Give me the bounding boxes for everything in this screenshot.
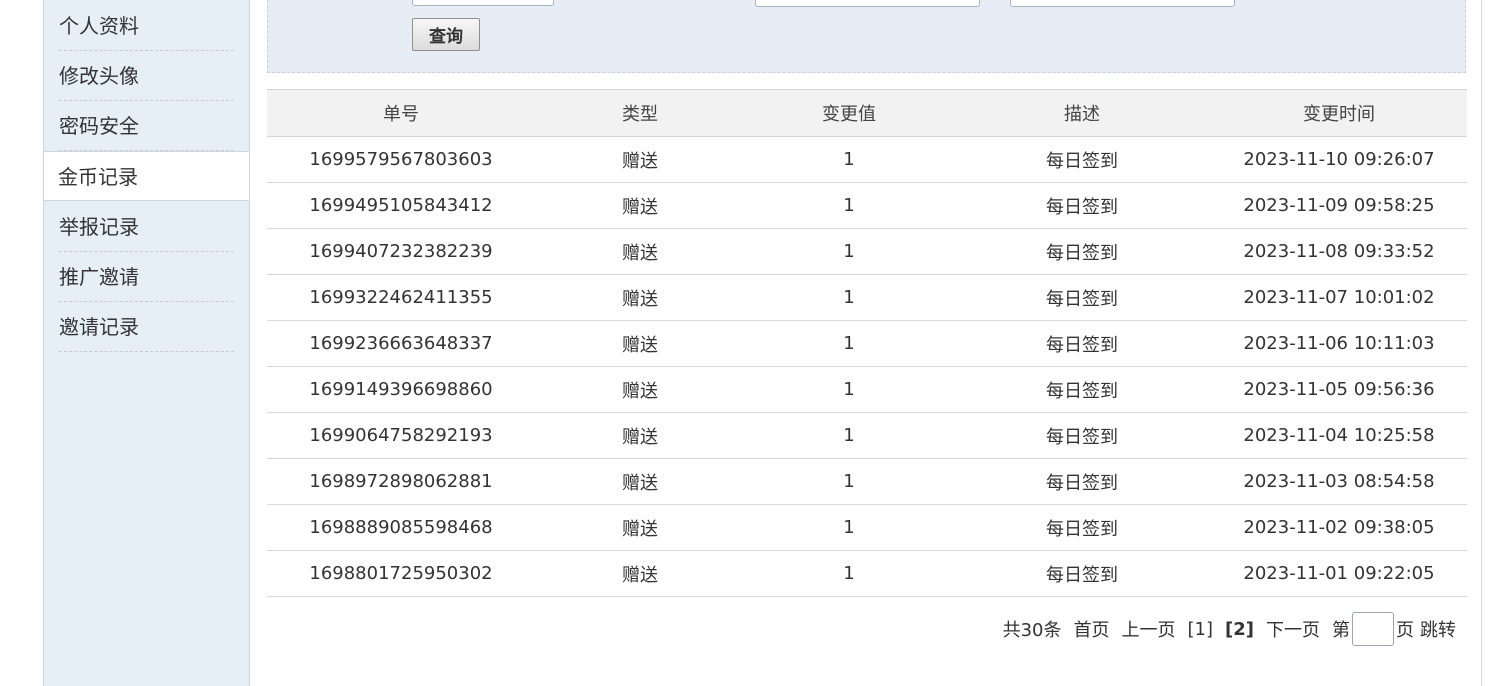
sidebar-item-password[interactable]: 密码安全 bbox=[59, 101, 234, 151]
cell-change-value: 1 bbox=[745, 182, 953, 229]
order-number-input[interactable] bbox=[412, 0, 554, 6]
cell-change-time: 2023-11-07 10:01:02 bbox=[1211, 274, 1467, 321]
table-row: 1699579567803603 赠送 1 每日签到 2023-11-10 09… bbox=[267, 136, 1467, 183]
search-panel: 查询 bbox=[267, 0, 1466, 73]
cell-change-value: 1 bbox=[745, 136, 953, 183]
pager-current-page: [2] bbox=[1225, 618, 1254, 640]
cell-type: 赠送 bbox=[535, 550, 745, 597]
cell-type: 赠送 bbox=[535, 228, 745, 275]
start-date-input[interactable] bbox=[755, 0, 980, 7]
cell-description: 每日签到 bbox=[953, 136, 1211, 183]
cell-order-number: 1698889085598468 bbox=[267, 504, 535, 551]
table-row: 1699322462411355 赠送 1 每日签到 2023-11-07 10… bbox=[267, 274, 1467, 321]
table-row: 1699407232382239 赠送 1 每日签到 2023-11-08 09… bbox=[267, 228, 1467, 275]
pager-page-1-link[interactable]: [1] bbox=[1188, 619, 1214, 640]
cell-description: 每日签到 bbox=[953, 458, 1211, 505]
cell-order-number: 1698801725950302 bbox=[267, 550, 535, 597]
cell-description: 每日签到 bbox=[953, 320, 1211, 367]
table-row: 1699064758292193 赠送 1 每日签到 2023-11-04 10… bbox=[267, 412, 1467, 459]
cell-order-number: 1699407232382239 bbox=[267, 228, 535, 275]
cell-description: 每日签到 bbox=[953, 504, 1211, 551]
cell-order-number: 1699579567803603 bbox=[267, 136, 535, 183]
cell-change-value: 1 bbox=[745, 550, 953, 597]
query-button[interactable]: 查询 bbox=[412, 18, 480, 51]
cell-change-time: 2023-11-04 10:25:58 bbox=[1211, 412, 1467, 459]
table-row: 1699495105843412 赠送 1 每日签到 2023-11-09 09… bbox=[267, 182, 1467, 229]
frame-right-border bbox=[1481, 0, 1482, 686]
pager-total: 共30条 bbox=[1002, 620, 1062, 641]
pager-jump-button[interactable]: 跳转 bbox=[1420, 616, 1456, 642]
cell-change-value: 1 bbox=[745, 274, 953, 321]
table-header-row: 单号 类型 变更值 描述 变更时间 bbox=[267, 89, 1467, 137]
cell-type: 赠送 bbox=[535, 320, 745, 367]
pager-prev-link[interactable]: 上一页 bbox=[1122, 616, 1176, 642]
pager-next-link[interactable]: 下一页 bbox=[1266, 616, 1320, 642]
header-change-value: 变更值 bbox=[745, 89, 953, 137]
cell-change-value: 1 bbox=[745, 412, 953, 459]
cell-description: 每日签到 bbox=[953, 412, 1211, 459]
sidebar-item-report-records[interactable]: 举报记录 bbox=[59, 202, 234, 252]
header-order-number: 单号 bbox=[267, 89, 535, 137]
cell-change-time: 2023-11-05 09:56:36 bbox=[1211, 366, 1467, 413]
cell-change-value: 1 bbox=[745, 320, 953, 367]
cell-change-time: 2023-11-08 09:33:52 bbox=[1211, 228, 1467, 275]
cell-type: 赠送 bbox=[535, 458, 745, 505]
cell-change-time: 2023-11-10 09:26:07 bbox=[1211, 136, 1467, 183]
cell-change-time: 2023-11-06 10:11:03 bbox=[1211, 320, 1467, 367]
cell-description: 每日签到 bbox=[953, 550, 1211, 597]
cell-order-number: 1698972898062881 bbox=[267, 458, 535, 505]
sidebar-item-invite-records[interactable]: 邀请记录 bbox=[59, 302, 234, 352]
cell-description: 每日签到 bbox=[953, 182, 1211, 229]
sidebar-item-invite[interactable]: 推广邀请 bbox=[59, 252, 234, 302]
pager-first-link[interactable]: 首页 bbox=[1074, 616, 1110, 642]
cell-type: 赠送 bbox=[535, 366, 745, 413]
header-description: 描述 bbox=[953, 89, 1211, 137]
cell-type: 赠送 bbox=[535, 274, 745, 321]
cell-change-time: 2023-11-01 09:22:05 bbox=[1211, 550, 1467, 597]
cell-change-time: 2023-11-09 09:58:25 bbox=[1211, 182, 1467, 229]
table-row: 1698801725950302 赠送 1 每日签到 2023-11-01 09… bbox=[267, 550, 1467, 597]
cell-order-number: 1699236663648337 bbox=[267, 320, 535, 367]
cell-type: 赠送 bbox=[535, 412, 745, 459]
cell-type: 赠送 bbox=[535, 136, 745, 183]
pagination: 共30条 首页 上一页 [1] [2] 下一页 第 页 跳转 bbox=[1003, 610, 1456, 648]
table-row: 1698972898062881 赠送 1 每日签到 2023-11-03 08… bbox=[267, 458, 1467, 505]
end-date-input[interactable] bbox=[1010, 0, 1235, 7]
pager-goto-suffix: 页 bbox=[1396, 620, 1414, 641]
cell-description: 每日签到 bbox=[953, 274, 1211, 321]
sidebar-item-profile[interactable]: 个人资料 bbox=[59, 1, 234, 51]
cell-order-number: 1699149396698860 bbox=[267, 366, 535, 413]
table-row: 1699149396698860 赠送 1 每日签到 2023-11-05 09… bbox=[267, 366, 1467, 413]
sidebar-item-coin-records[interactable]: 金币记录 bbox=[44, 151, 249, 201]
sidebar-item-avatar[interactable]: 修改头像 bbox=[59, 51, 234, 101]
cell-change-value: 1 bbox=[745, 504, 953, 551]
cell-description: 每日签到 bbox=[953, 228, 1211, 275]
cell-type: 赠送 bbox=[535, 182, 745, 229]
cell-change-value: 1 bbox=[745, 458, 953, 505]
table-row: 1698889085598468 赠送 1 每日签到 2023-11-02 09… bbox=[267, 504, 1467, 551]
cell-order-number: 1699495105843412 bbox=[267, 182, 535, 229]
header-change-time: 变更时间 bbox=[1211, 89, 1467, 137]
header-type: 类型 bbox=[535, 89, 745, 137]
cell-type: 赠送 bbox=[535, 504, 745, 551]
table-row: 1699236663648337 赠送 1 每日签到 2023-11-06 10… bbox=[267, 320, 1467, 367]
cell-order-number: 1699064758292193 bbox=[267, 412, 535, 459]
coin-records-table: 单号 类型 变更值 描述 变更时间 1699579567803603 赠送 1 … bbox=[267, 89, 1467, 597]
cell-change-value: 1 bbox=[745, 366, 953, 413]
cell-order-number: 1699322462411355 bbox=[267, 274, 535, 321]
cell-change-value: 1 bbox=[745, 228, 953, 275]
cell-change-time: 2023-11-02 09:38:05 bbox=[1211, 504, 1467, 551]
cell-description: 每日签到 bbox=[953, 366, 1211, 413]
pager-goto-input[interactable] bbox=[1352, 612, 1394, 646]
cell-change-time: 2023-11-03 08:54:58 bbox=[1211, 458, 1467, 505]
pager-goto-prefix: 第 bbox=[1332, 620, 1350, 641]
sidebar: 个人资料 修改头像 密码安全 金币记录 举报记录 推广邀请 邀请记录 bbox=[43, 0, 250, 686]
